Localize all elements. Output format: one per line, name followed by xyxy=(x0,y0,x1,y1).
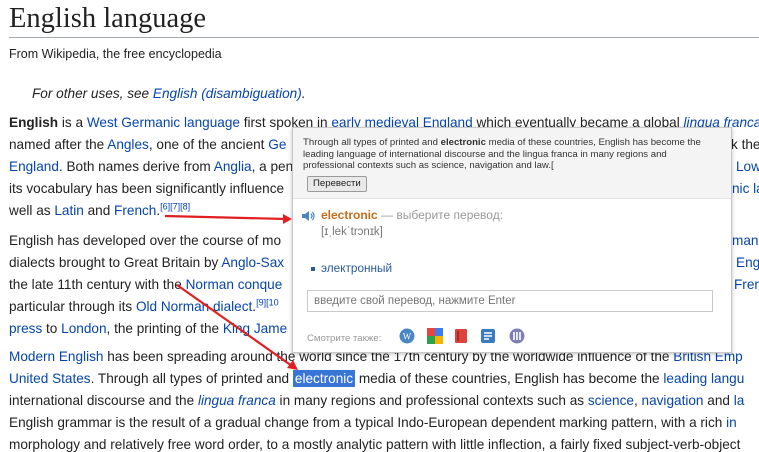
annotation-arrows xyxy=(164,214,298,370)
arrow-line-lower xyxy=(176,284,293,367)
arrow-head-lower xyxy=(287,360,298,370)
arrow-line-upper xyxy=(164,214,287,221)
arrow-head-upper xyxy=(283,214,292,224)
